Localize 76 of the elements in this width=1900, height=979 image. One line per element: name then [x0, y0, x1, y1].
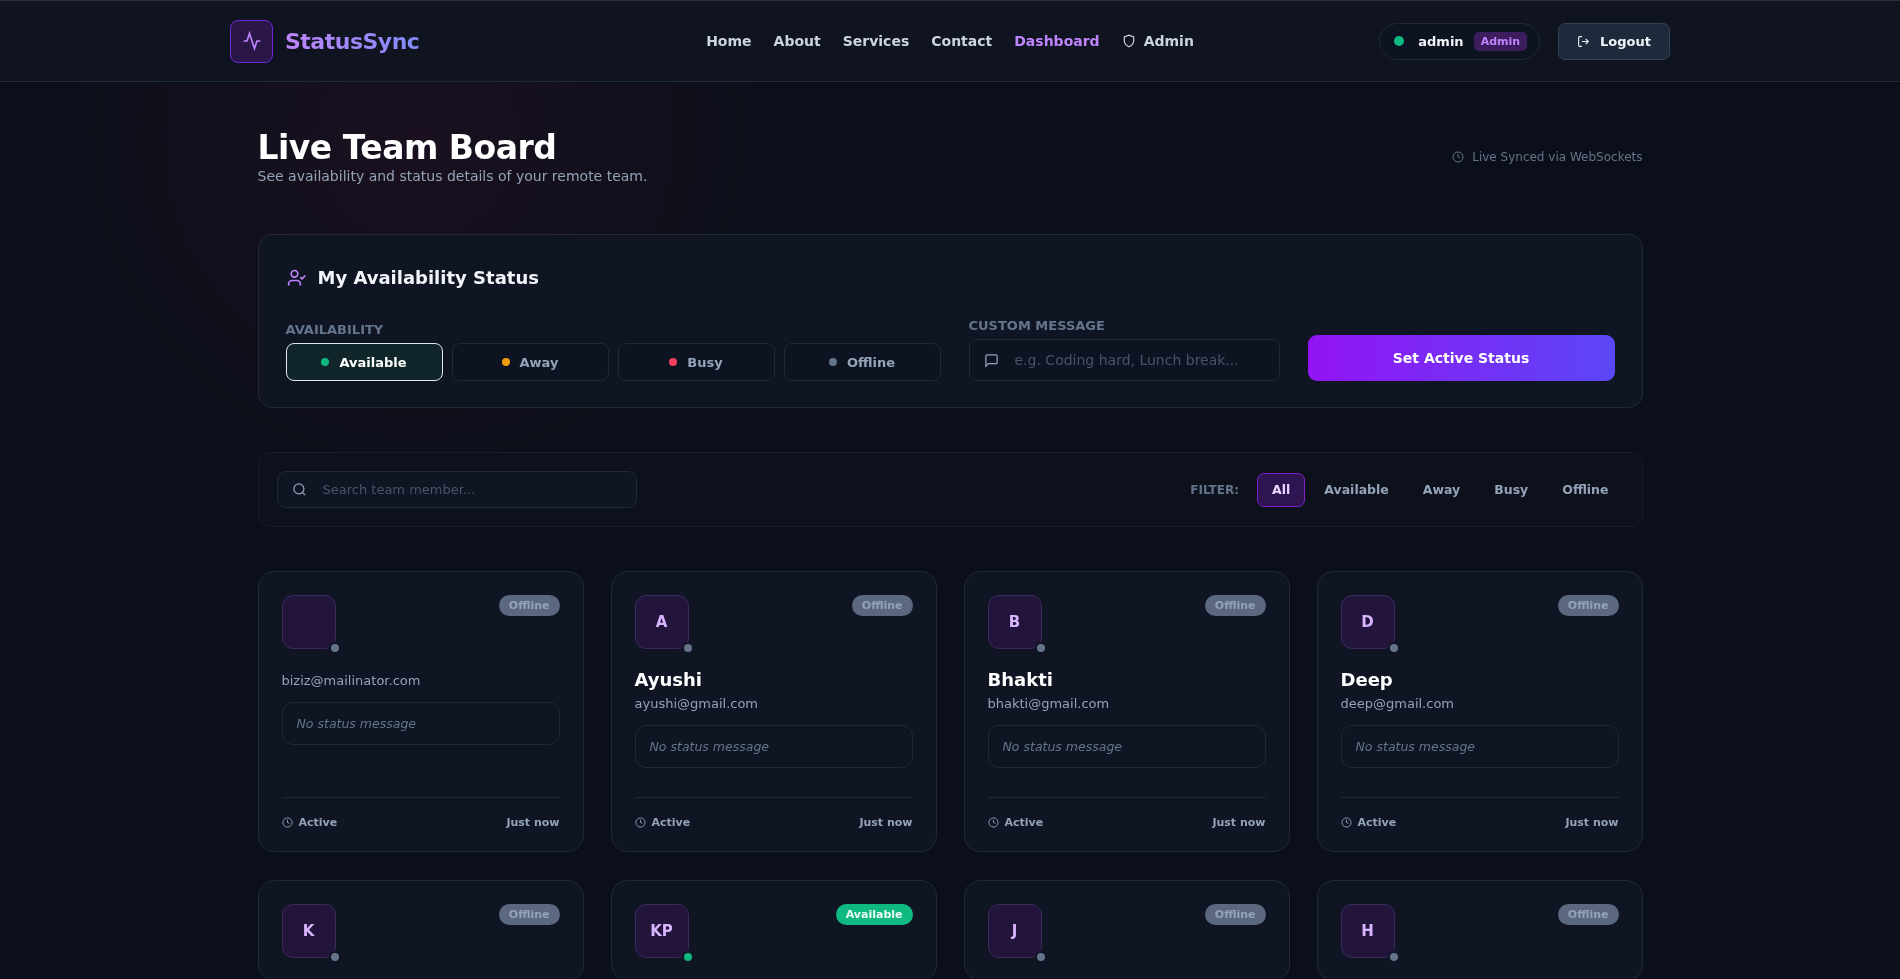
field-label: CUSTOM MESSAGE	[968, 318, 1106, 334]
status-badge: Offline	[1557, 595, 1619, 617]
member-avatar: D	[1340, 595, 1395, 650]
member-email: biziz@mailinator.com	[281, 673, 422, 689]
member-name: Bhakti	[987, 669, 1054, 691]
status-badge: Available	[835, 904, 913, 926]
member-email: deep@gmail.com	[1340, 696, 1455, 712]
status-badge: Offline	[1204, 904, 1266, 926]
nav-link[interactable]: About	[773, 33, 821, 49]
nav-link[interactable]: Home	[706, 33, 752, 49]
status-message: No status message	[634, 725, 913, 769]
last-seen: Just now	[1565, 816, 1619, 830]
availability-option[interactable]: Available	[285, 343, 443, 382]
member-name: Deep	[1340, 669, 1394, 691]
clock-icon	[281, 817, 293, 829]
activity-label: Active	[1004, 816, 1044, 830]
message-input[interactable]: e.g. Coding hard, Lunch break...	[1012, 340, 1265, 381]
activity-label: Active	[651, 816, 691, 830]
nav-link[interactable]: Admin	[1121, 33, 1194, 49]
member-avatar	[281, 595, 336, 650]
status-badge: Offline	[851, 595, 913, 617]
activity-label: Active	[298, 816, 338, 830]
search-input[interactable]: Search team member...	[320, 472, 622, 508]
logout-button[interactable]: Logout	[1558, 22, 1670, 60]
role-badge: Admin	[1473, 31, 1528, 51]
member-avatar: H	[1340, 904, 1395, 959]
last-seen: Just now	[506, 816, 560, 830]
status-message: No status message	[281, 702, 560, 746]
search-field[interactable]: Search team member...	[276, 471, 637, 509]
shield-icon	[1121, 34, 1136, 48]
nav-link[interactable]: Contact	[931, 33, 993, 49]
sync-note: Live Synced via WebSockets	[1472, 150, 1643, 164]
clock-icon	[1340, 817, 1352, 829]
member-avatar: K	[281, 904, 336, 959]
member-avatar: KP	[634, 904, 689, 959]
status-message: No status message	[987, 725, 1266, 769]
member-avatar: B	[987, 595, 1042, 650]
status-badge: Offline	[1204, 595, 1266, 617]
status-message: No status message	[1340, 725, 1619, 769]
clock-icon	[987, 817, 999, 829]
logout-icon	[1577, 34, 1591, 48]
pulse-logo-icon[interactable]	[230, 19, 273, 63]
status-badge: Offline	[498, 595, 560, 617]
filter-tab[interactable]: Away	[1407, 472, 1476, 507]
message-field[interactable]: e.g. Coding hard, Lunch break...	[968, 339, 1280, 382]
availability-option[interactable]: Offline	[783, 343, 941, 382]
set-status-button[interactable]: Set Active Status	[1307, 335, 1615, 382]
availability-option[interactable]: Away	[451, 343, 609, 382]
member-avatar: J	[987, 904, 1042, 959]
clock-icon	[1452, 151, 1465, 163]
nav-link[interactable]: Dashboard	[1014, 33, 1100, 49]
user-name: admin	[1418, 33, 1464, 49]
last-seen: Just now	[1212, 816, 1266, 830]
field-label: AVAILABILITY	[285, 322, 385, 338]
page-title: Live Team Board	[257, 130, 558, 167]
page-subtitle: See availability and status details of your remote team.	[257, 168, 648, 185]
status-badge: Offline	[498, 904, 560, 926]
availability-option[interactable]: Busy	[617, 343, 775, 382]
status-badge: Offline	[1557, 904, 1619, 926]
member-name: Ayushi	[634, 669, 704, 691]
nav-link[interactable]: Services	[842, 33, 910, 49]
filter-tab[interactable]: Available	[1309, 472, 1404, 507]
filter-label: FILTER:	[1190, 482, 1240, 497]
panel-title: My Availability Status	[317, 267, 539, 289]
last-seen: Just now	[859, 816, 913, 830]
user-check-icon	[285, 267, 308, 288]
filter-tab[interactable]: Busy	[1479, 472, 1544, 507]
filter-tab[interactable]: All	[1257, 472, 1306, 507]
search-icon	[291, 482, 307, 498]
member-avatar: A	[634, 595, 689, 650]
member-email: bhakti@gmail.com	[987, 696, 1111, 712]
activity-label: Active	[1357, 816, 1397, 830]
chat-icon	[983, 352, 999, 368]
member-email: ayushi@gmail.com	[634, 696, 760, 712]
filter-tab[interactable]: Offline	[1547, 472, 1624, 507]
clock-icon	[634, 817, 646, 829]
